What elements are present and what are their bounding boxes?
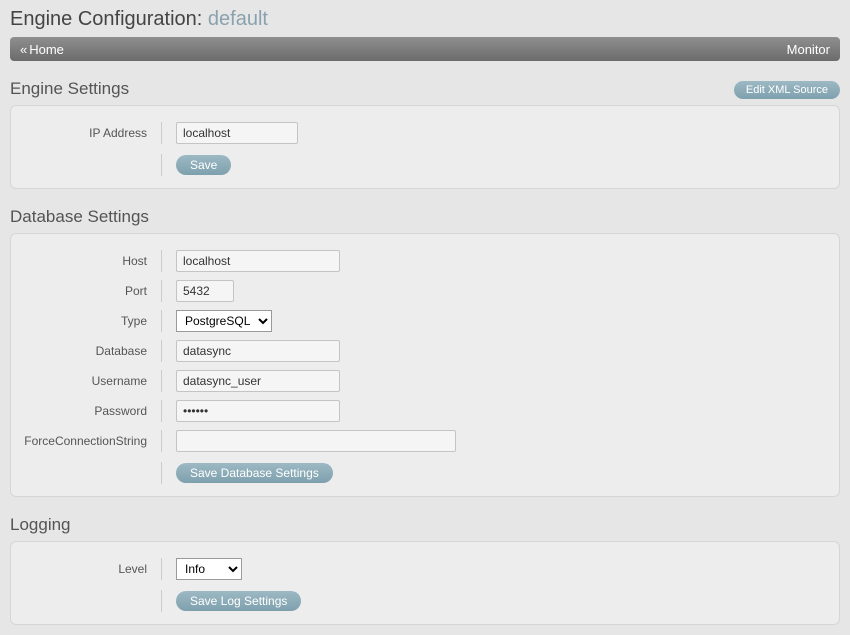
database-settings-title: Database Settings bbox=[10, 207, 149, 227]
home-link-label: Home bbox=[29, 42, 64, 57]
ip-address-input[interactable] bbox=[176, 122, 298, 144]
db-host-label: Host bbox=[11, 254, 161, 268]
log-level-select[interactable]: Info bbox=[176, 558, 242, 580]
db-fcs-input[interactable] bbox=[176, 430, 456, 452]
db-username-label: Username bbox=[11, 374, 161, 388]
engine-settings-title: Engine Settings bbox=[10, 79, 129, 99]
engine-settings-panel: IP Address Save bbox=[10, 105, 840, 189]
arrow-left-icon: « bbox=[20, 42, 27, 57]
engine-save-button[interactable]: Save bbox=[176, 155, 231, 175]
page-title-suffix: default bbox=[208, 8, 268, 30]
logging-panel: Level Info Save Log Settings bbox=[10, 541, 840, 625]
db-password-label: Password bbox=[11, 404, 161, 418]
edit-xml-source-button[interactable]: Edit XML Source bbox=[734, 81, 840, 99]
database-settings-panel: Host Port Type PostgreSQL Database bbox=[10, 233, 840, 497]
page-title: Engine Configuration: default bbox=[10, 8, 840, 31]
db-type-select[interactable]: PostgreSQL bbox=[176, 310, 272, 332]
page-title-prefix: Engine Configuration: bbox=[10, 8, 202, 30]
home-link[interactable]: «Home bbox=[20, 42, 64, 57]
db-database-label: Database bbox=[11, 344, 161, 358]
logging-title: Logging bbox=[10, 515, 71, 535]
db-username-input[interactable] bbox=[176, 370, 340, 392]
logging-save-button[interactable]: Save Log Settings bbox=[176, 591, 301, 611]
db-fcs-label: ForceConnectionString bbox=[11, 434, 161, 448]
breadcrumb: «Home Monitor bbox=[10, 37, 840, 61]
db-database-input[interactable] bbox=[176, 340, 340, 362]
database-save-button[interactable]: Save Database Settings bbox=[176, 463, 333, 483]
db-port-label: Port bbox=[11, 284, 161, 298]
db-password-input[interactable] bbox=[176, 400, 340, 422]
ip-address-label: IP Address bbox=[11, 126, 161, 140]
db-host-input[interactable] bbox=[176, 250, 340, 272]
db-type-label: Type bbox=[11, 314, 161, 328]
log-level-label: Level bbox=[11, 562, 161, 576]
monitor-link[interactable]: Monitor bbox=[787, 42, 830, 57]
db-port-input[interactable] bbox=[176, 280, 234, 302]
